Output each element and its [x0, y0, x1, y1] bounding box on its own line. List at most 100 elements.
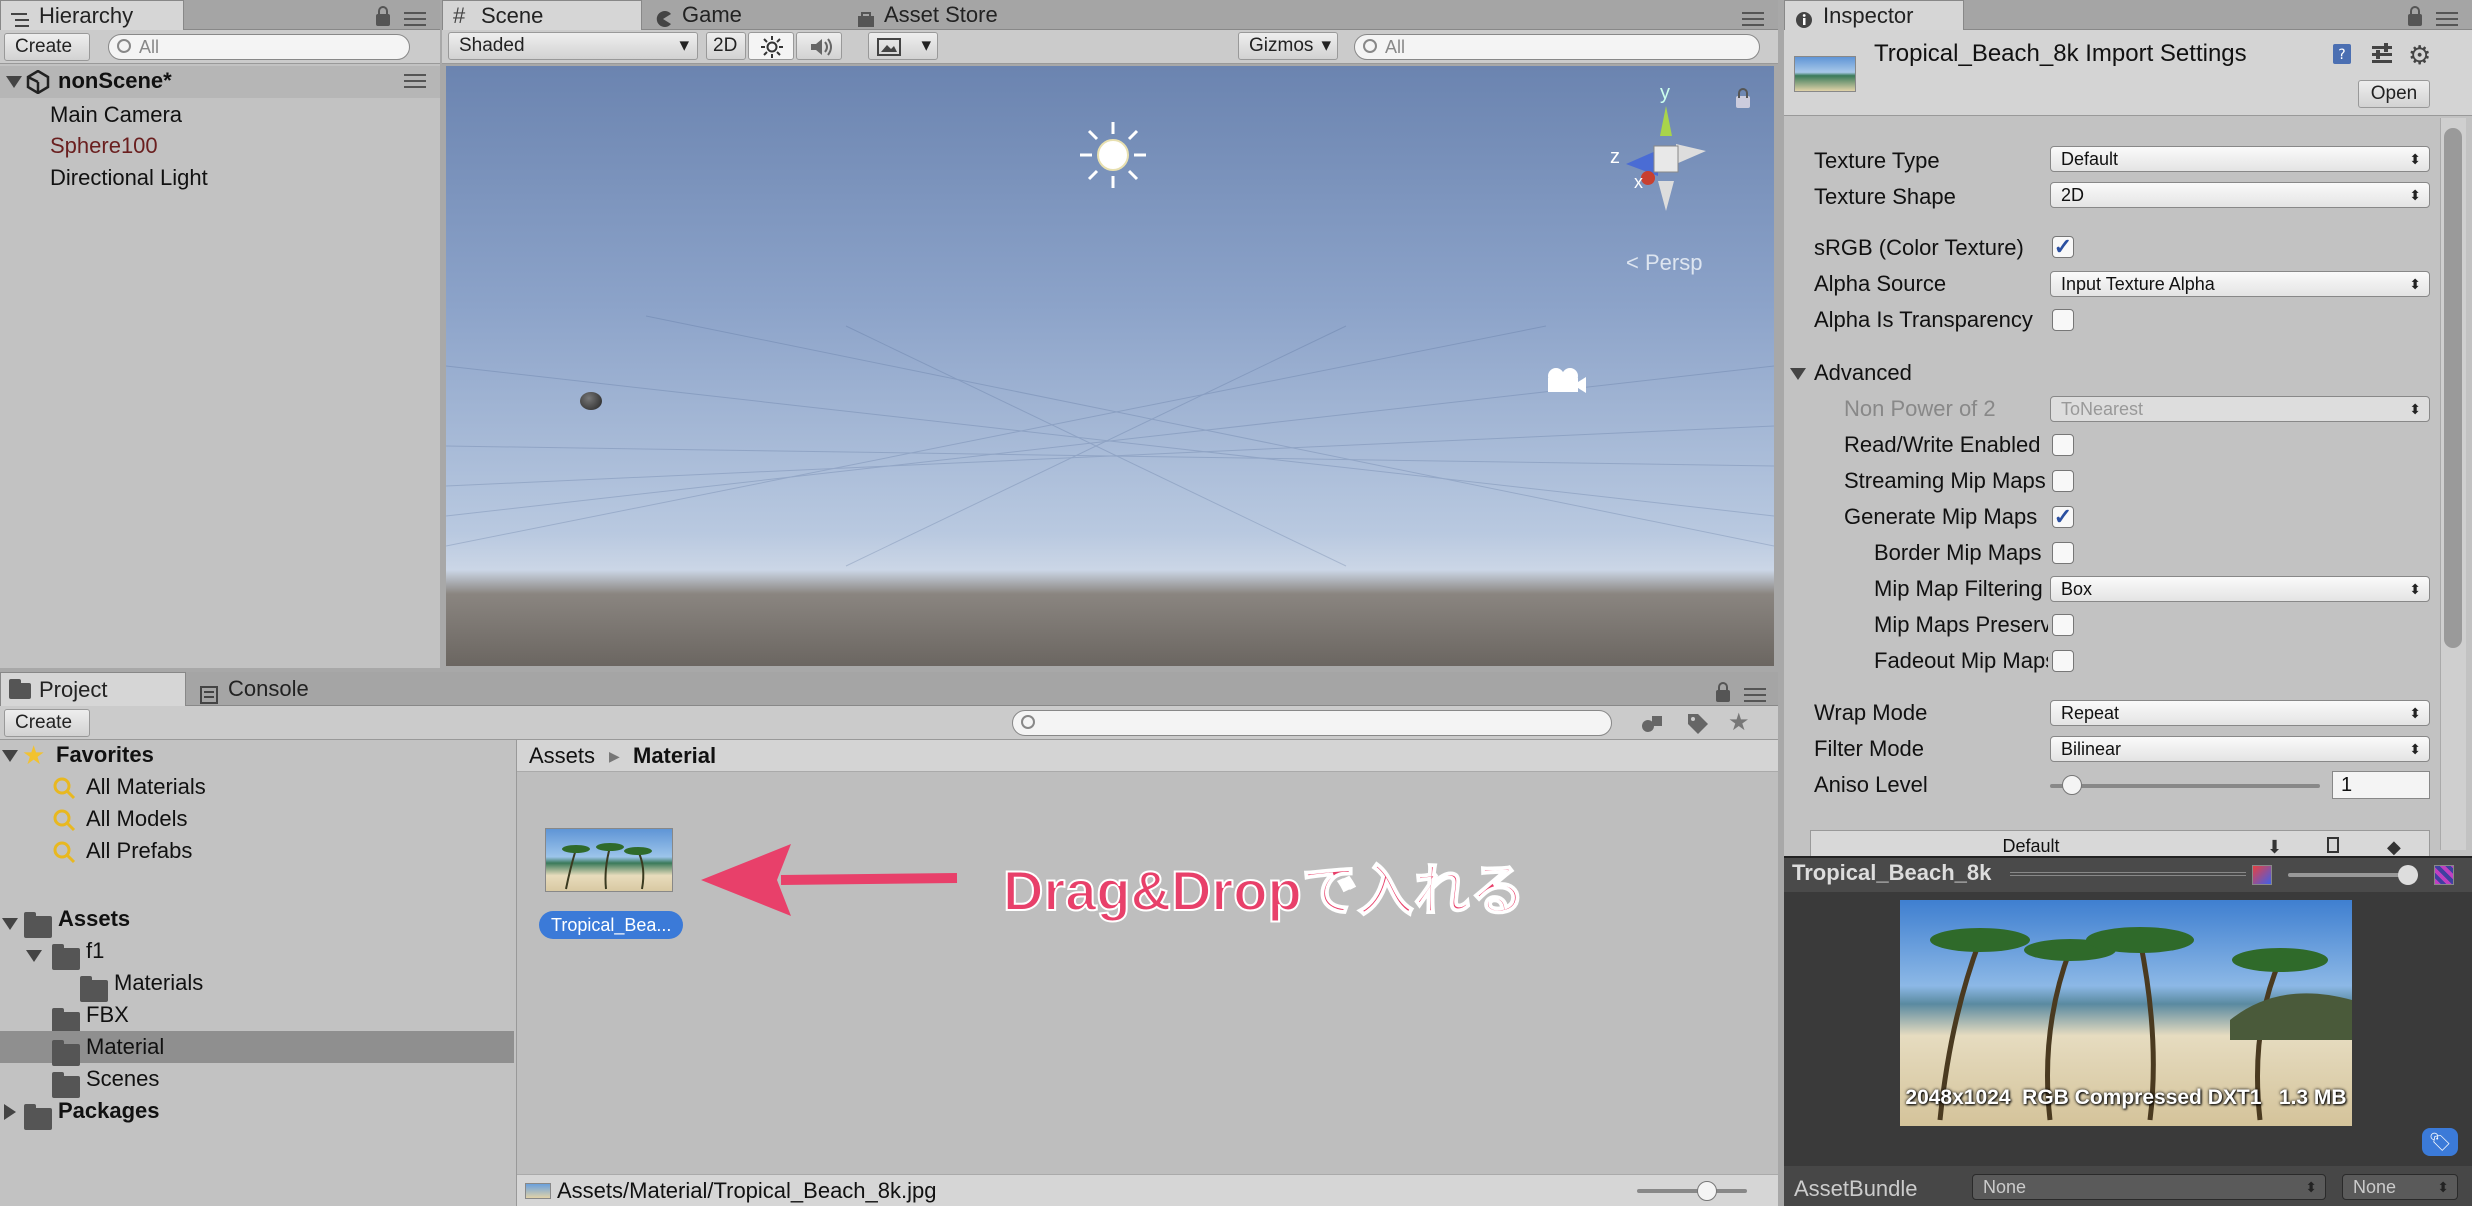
advanced-foldout[interactable]: Advanced [1814, 358, 1912, 388]
assets-folder[interactable]: Assets [58, 904, 130, 934]
aniso-slider[interactable] [2050, 775, 2320, 795]
breadcrumb-assets[interactable]: Assets [529, 740, 595, 772]
folder-fbx[interactable]: FBX [86, 1000, 129, 1030]
project-search-input[interactable] [1012, 710, 1612, 736]
alpha-transparency-checkbox[interactable] [2052, 309, 2074, 331]
effects-dropdown[interactable]: ▾ [868, 32, 938, 60]
help-book-icon[interactable]: ? [2330, 42, 2354, 71]
directional-light-sun-icon[interactable] [1078, 120, 1148, 195]
scene-viewport[interactable]: y z x < Persp [446, 66, 1774, 666]
sphere-object[interactable] [580, 392, 602, 410]
packages-folder[interactable]: Packages [58, 1096, 160, 1126]
tag-icon[interactable] [1686, 712, 1710, 739]
hierarchy-item-main-camera[interactable]: Main Camera [50, 100, 182, 130]
filter-type-icon[interactable] [1640, 712, 1664, 739]
lock-icon[interactable] [2408, 6, 2422, 26]
non-power-dropdown[interactable]: ToNearest [2050, 396, 2430, 422]
download-icon[interactable]: ⬇ [2267, 837, 2282, 858]
asset-thumbnail[interactable] [545, 828, 673, 892]
audio-toggle[interactable] [796, 32, 842, 60]
lock-icon[interactable] [376, 6, 390, 26]
label-tag-icon[interactable]: 🏷 [2422, 1128, 2458, 1156]
generate-mip-checkbox[interactable]: ✓ [2052, 506, 2074, 528]
srgb-checkbox[interactable]: ✓ [2052, 236, 2074, 258]
read-write-checkbox[interactable] [2052, 434, 2074, 456]
expand-arrow-icon[interactable] [6, 76, 22, 88]
menu-icon[interactable] [1744, 688, 1766, 702]
border-mip-checkbox[interactable] [2052, 542, 2074, 564]
channel-icon[interactable] [2252, 865, 2272, 885]
lighting-toggle[interactable] [748, 32, 794, 60]
folder-scenes[interactable]: Scenes [86, 1064, 159, 1094]
tab-game[interactable]: Game [644, 0, 844, 30]
android-icon[interactable]: ◆ [2387, 837, 2401, 858]
favorites-expand-icon[interactable] [2, 750, 18, 762]
inspector-scrollbar[interactable] [2440, 118, 2466, 850]
lock-icon[interactable] [1716, 682, 1730, 702]
variant-dropdown[interactable]: None [2342, 1174, 2458, 1200]
create-button[interactable]: Create ▾ [4, 33, 90, 83]
tab-console[interactable]: Console [190, 672, 390, 704]
aniso-input[interactable]: 1 [2332, 771, 2430, 799]
folder-f1[interactable]: f1 [86, 936, 104, 966]
alpha-source-dropdown[interactable]: Input Texture Alpha [2050, 271, 2430, 297]
folder-materials[interactable]: Materials [114, 968, 203, 998]
hierarchy-item-sphere100[interactable]: Sphere100 [50, 131, 158, 161]
star-filter-icon[interactable]: ★ [1728, 708, 1750, 737]
tab-project[interactable]: Project [0, 672, 186, 707]
standalone-icon[interactable] [2327, 837, 2339, 853]
lock-icon[interactable] [1736, 88, 1750, 108]
fadeout-checkbox[interactable] [2052, 650, 2074, 672]
asset-label[interactable]: Tropical_Bea... [539, 911, 684, 939]
hierarchy-toolbar: Create ▾ All [0, 30, 440, 83]
favorite-all-models[interactable]: All Models [86, 804, 187, 834]
alpha-toggle-icon[interactable] [2434, 865, 2454, 885]
mip-slider[interactable] [2288, 865, 2418, 885]
slider-thumb[interactable] [2062, 775, 2082, 795]
wrap-mode-dropdown[interactable]: Repeat [2050, 700, 2430, 726]
f1-expand-icon[interactable] [26, 950, 42, 962]
thumbnail-size-slider[interactable] [1637, 1181, 1747, 1201]
breadcrumb-material[interactable]: Material [633, 740, 716, 772]
favorite-all-materials[interactable]: All Materials [86, 772, 206, 802]
search-input[interactable]: All [108, 34, 410, 60]
gizmos-dropdown[interactable]: Gizmos ▾ [1238, 32, 1338, 60]
packages-expand-icon[interactable] [4, 1104, 16, 1120]
scene-row[interactable]: nonScene* [0, 66, 440, 98]
folder-material[interactable]: Material [86, 1032, 164, 1062]
menu-icon[interactable] [404, 12, 426, 26]
streaming-checkbox[interactable] [2052, 470, 2074, 492]
mip-filtering-dropdown[interactable]: Box [2050, 576, 2430, 602]
gear-icon[interactable]: ⚙ [2408, 40, 2431, 71]
favorites-label[interactable]: Favorites [56, 740, 154, 770]
advanced-expand-icon[interactable] [1790, 368, 1806, 380]
favorite-all-prefabs[interactable]: All Prefabs [86, 836, 192, 866]
assets-expand-icon[interactable] [2, 918, 18, 930]
camera-icon[interactable] [1542, 364, 1588, 403]
shading-dropdown[interactable]: Shaded ▾ [448, 32, 698, 60]
menu-icon[interactable] [2436, 12, 2458, 26]
open-button[interactable]: Open [2358, 80, 2430, 108]
slider-thumb[interactable] [2398, 865, 2418, 885]
preset-icon[interactable] [2370, 42, 2394, 71]
mip-preserve-checkbox[interactable] [2052, 614, 2074, 636]
project-create-button[interactable]: Create ▾ [4, 709, 90, 759]
tab-asset-store[interactable]: Asset Store [846, 0, 1066, 30]
tab-label: Game [682, 2, 742, 27]
scene-menu-icon[interactable] [404, 74, 426, 88]
hierarchy-item-directional-light[interactable]: Directional Light [50, 163, 208, 193]
assetbundle-dropdown[interactable]: None [1972, 1174, 2326, 1200]
filter-mode-dropdown[interactable]: Bilinear [2050, 736, 2430, 762]
slider-thumb[interactable] [1697, 1181, 1717, 1201]
texture-shape-dropdown[interactable]: 2D [2050, 182, 2430, 208]
menu-icon[interactable] [1742, 12, 1764, 26]
2d-toggle[interactable]: 2D [706, 32, 746, 60]
persp-label[interactable]: < Persp [1626, 250, 1702, 276]
texture-type-dropdown[interactable]: Default [2050, 146, 2430, 172]
tab-hierarchy[interactable]: Hierarchy [0, 0, 184, 31]
orientation-gizmo[interactable]: y z x [1596, 82, 1726, 226]
scrollbar-thumb[interactable] [2444, 128, 2462, 648]
tab-scene[interactable]: # Scene [442, 0, 642, 31]
scene-search-input[interactable]: All [1354, 34, 1760, 60]
tab-inspector[interactable]: Inspector [1784, 0, 1964, 31]
